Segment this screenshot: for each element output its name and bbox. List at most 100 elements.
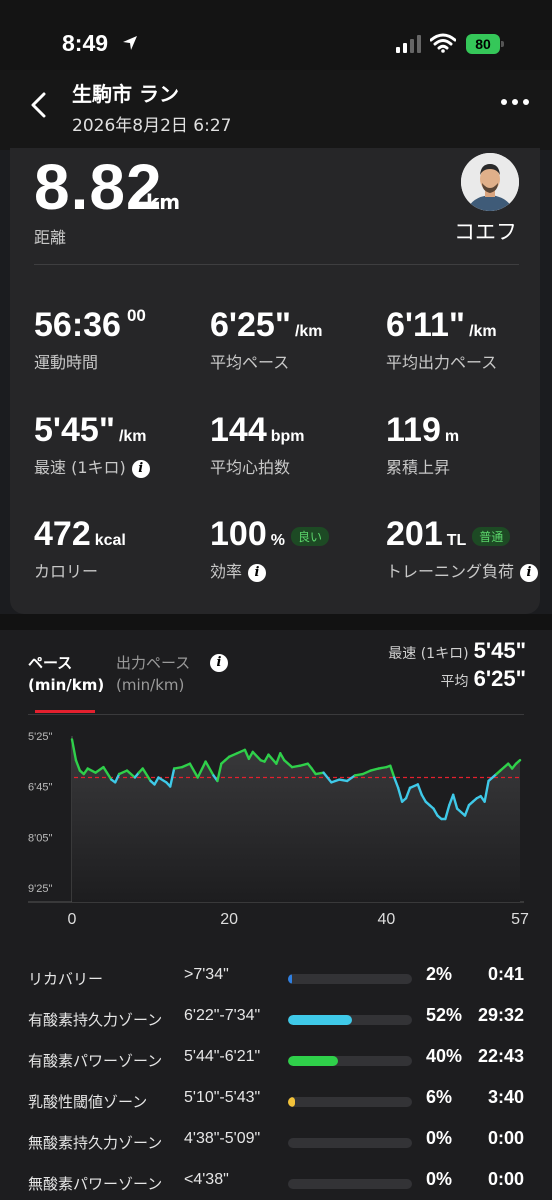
metric-avg-pace: 6'25"/km 平均ペース (210, 306, 323, 373)
cellular-signal-icon (396, 35, 421, 53)
tab-pace-unit: (min/km) (28, 676, 105, 694)
zone-time: 22:43 (477, 1046, 524, 1066)
metric-label: 累積上昇 (386, 458, 451, 477)
zone-name: リカバリー (28, 970, 104, 988)
zone-bar-track (288, 1097, 412, 1107)
zone-time: 29:32 (477, 1005, 524, 1025)
metric-unit: m (444, 428, 460, 445)
avatar[interactable] (461, 153, 519, 211)
x-tick-label: 20 (220, 911, 238, 928)
metric-duration: 56:36 00 運動時間 (34, 306, 146, 373)
y-tick-label: 6'45" (28, 782, 52, 794)
distance-value: 8.82 (34, 151, 163, 223)
zone-percent: 2% (426, 964, 453, 984)
metric-label: トレーニング負荷 (386, 562, 515, 581)
avg-label: 平均 (440, 674, 469, 690)
zone-range: <4'38" (184, 1171, 229, 1188)
metric-value: 119 (386, 411, 441, 449)
avg-value: 6'25" (473, 666, 526, 691)
info-icon[interactable]: i (210, 654, 228, 672)
zone-range: >7'34" (184, 966, 229, 983)
zone-bar-track (288, 1138, 412, 1148)
tab-pace-label: ペース (28, 654, 73, 672)
section-gap (0, 614, 552, 630)
info-icon[interactable]: i (520, 563, 539, 582)
metric-value: 201 (386, 515, 443, 553)
zone-time: 0:41 (487, 964, 524, 984)
metric-label: 効率 (210, 562, 243, 581)
zone-bar-fill (288, 1015, 353, 1025)
zone-row: リカバリー >7'34" 2% 0:41 (0, 964, 552, 994)
zone-time: 3:40 (487, 1087, 524, 1107)
tab-pace[interactable]: ペース (min/km) (28, 652, 104, 696)
metric-unit: /km (469, 323, 497, 340)
metric-seconds-fraction: 00 (126, 306, 146, 325)
location-arrow-icon (123, 36, 137, 50)
metric-label: 最速 (1キロ) (34, 458, 126, 477)
zone-bar-fill (288, 1097, 296, 1107)
divider (34, 264, 519, 265)
zone-name: 乳酸性閾値ゾーン (28, 1093, 148, 1111)
distance-unit: km (146, 190, 181, 214)
zone-time: 0:00 (487, 1169, 524, 1189)
status-time: 8:49 (62, 30, 109, 56)
zone-row: 有酸素持久力ゾーン 6'22"-7'34" 52% 29:32 (0, 1005, 552, 1035)
zone-percent: 52% (426, 1005, 463, 1025)
user-avatar-icon (461, 153, 519, 211)
zone-bar-fill (288, 1056, 338, 1066)
zone-row: 無酸素パワーゾーン <4'38" 0% 0:00 (0, 1169, 552, 1199)
pace-chart: 5'25" 6'45" 8'05" 9'25" 0 20 40 57 (28, 731, 529, 928)
metric-fastest-km: 5'45"/km 最速 (1キロ) i (34, 411, 150, 478)
metric-label: 平均出力ペース (386, 353, 498, 372)
zone-row: 乳酸性閾値ゾーン 5'10"-5'43" 6% 3:40 (0, 1087, 552, 1117)
zone-bar-track (288, 974, 412, 984)
metric-label: カロリー (34, 562, 99, 581)
fastest-label: 最速 (1キロ) (388, 646, 469, 662)
zone-name: 有酸素持久力ゾーン (28, 1011, 163, 1029)
active-tab-indicator (35, 710, 95, 713)
zone-range: 5'44"-6'21" (184, 1048, 261, 1065)
metric-elevation-gain: 119 m 累積上昇 (386, 411, 459, 478)
metric-efficiency: 100% 良い 効率 i (210, 515, 329, 582)
zone-percent: 0% (426, 1128, 453, 1148)
chart-stats: 最速 (1キロ) 5'45" 平均 6'25" (388, 638, 526, 692)
y-tick-label: 9'25" (28, 883, 52, 895)
zone-percent: 0% (426, 1169, 453, 1189)
metric-value: 56:36 (34, 306, 121, 344)
info-icon[interactable]: i (131, 459, 150, 478)
info-icon[interactable]: i (248, 563, 267, 582)
zone-percent: 6% (426, 1087, 453, 1107)
training-load-badge: 普通 (472, 526, 511, 546)
metric-avg-heart-rate: 144 bpm 平均心拍数 (210, 411, 305, 478)
zone-name: 有酸素パワーゾーン (28, 1052, 163, 1070)
zone-row: 有酸素パワーゾーン 5'44"-6'21" 40% 22:43 (0, 1046, 552, 1076)
battery-icon: 80 (466, 34, 506, 54)
metric-value: 5'45" (34, 411, 115, 449)
zone-bar-track (288, 1179, 412, 1189)
metric-unit: % (270, 532, 285, 549)
tab-power-pace-label: 出力ペース (116, 654, 191, 672)
user-name: コエフ (454, 220, 517, 244)
zone-name: 無酸素パワーゾーン (28, 1175, 163, 1193)
metric-value: 6'25" (210, 306, 291, 344)
efficiency-badge: 良い (290, 526, 329, 546)
metric-value: 144 (210, 411, 267, 449)
metric-unit: TL (446, 532, 467, 549)
metric-value: 6'11" (386, 306, 466, 344)
zone-row: 無酸素持久力ゾーン 4'38"-5'09" 0% 0:00 (0, 1128, 552, 1158)
tab-power-pace[interactable]: 出力ペース (min/km) (116, 652, 190, 696)
metric-unit: bpm (270, 428, 305, 445)
back-chevron-icon[interactable] (28, 92, 50, 118)
more-options-icon[interactable] (500, 98, 530, 106)
metric-training-load: 201 TL 普通 トレーニング負荷 i (386, 515, 539, 582)
pace-area (72, 739, 520, 902)
x-tick-label: 57 (511, 911, 529, 928)
zone-name: 無酸素持久力ゾーン (28, 1134, 163, 1152)
zone-range: 6'22"-7'34" (184, 1007, 261, 1024)
x-tick-label: 40 (377, 911, 395, 928)
metric-label: 平均ペース (210, 353, 290, 372)
zone-bar-fill (288, 974, 292, 984)
zone-percent: 40% (426, 1046, 463, 1066)
metric-unit: /km (118, 428, 147, 445)
metric-calories: 472 kcal カロリー (34, 515, 126, 582)
